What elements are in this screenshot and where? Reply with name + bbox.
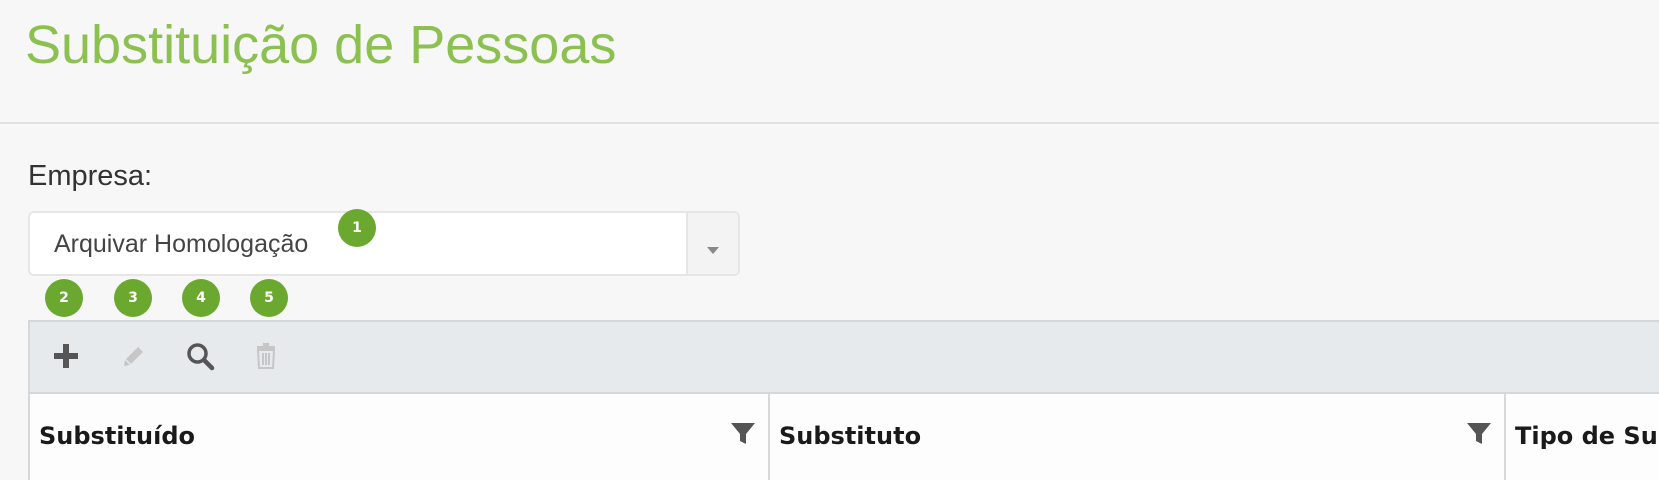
- page-header: Substituição de Pessoas: [0, 0, 1659, 124]
- add-button[interactable]: [46, 336, 86, 376]
- filter-icon[interactable]: [730, 421, 756, 447]
- step-badge-4: 4: [182, 279, 220, 317]
- grid-header: Substituído Substituto Tipo de Su: [28, 392, 1659, 480]
- column-label: Substituto: [779, 422, 922, 450]
- empresa-label: Empresa:: [28, 160, 153, 192]
- trash-icon: [256, 343, 276, 369]
- column-label: Substituído: [39, 422, 195, 450]
- search-button[interactable]: [180, 336, 220, 376]
- empresa-select-value: Arquivar Homologação: [54, 230, 309, 258]
- column-header-substituido[interactable]: Substituído: [30, 394, 770, 480]
- edit-button[interactable]: [114, 336, 154, 376]
- step-badge-1: 1: [338, 209, 376, 247]
- step-badge-3: 3: [114, 279, 152, 317]
- column-header-tipo[interactable]: Tipo de Su: [1506, 394, 1659, 480]
- column-label: Tipo de Su: [1515, 422, 1658, 450]
- chevron-down-icon[interactable]: [686, 213, 738, 274]
- empresa-select[interactable]: Arquivar Homologação: [28, 211, 740, 276]
- pencil-icon: [124, 347, 143, 366]
- page-title: Substituição de Pessoas: [25, 15, 617, 75]
- step-badge-2: 2: [45, 279, 83, 317]
- column-header-substituto[interactable]: Substituto: [770, 394, 1506, 480]
- filter-icon[interactable]: [1466, 421, 1492, 447]
- step-badge-5: 5: [250, 279, 288, 317]
- search-icon: [187, 343, 215, 371]
- delete-button[interactable]: [246, 336, 286, 376]
- grid-toolbar: [28, 320, 1659, 392]
- plus-icon: [54, 344, 78, 368]
